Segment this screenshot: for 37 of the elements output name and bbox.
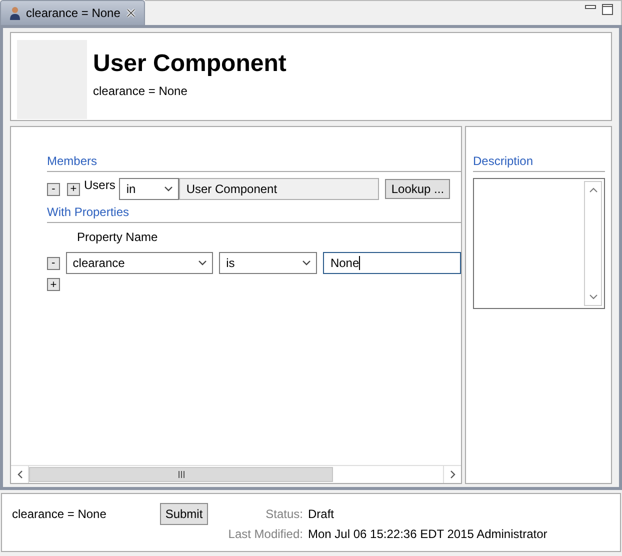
page-title: User Component [93,50,286,78]
modified-value: Mon Jul 06 15:22:36 EDT 2015 Administrator [308,527,548,541]
operator-dropdown[interactable]: is [219,252,318,274]
maximize-icon[interactable] [602,4,613,15]
remove-button[interactable]: - [47,256,60,270]
lookup-button[interactable]: Lookup ... [385,179,450,199]
close-icon[interactable] [126,8,136,18]
operator-dropdown[interactable]: in [119,178,180,200]
page-subtitle: clearance = None [93,84,188,98]
arrow-right-icon[interactable] [450,470,456,479]
arrow-down-icon[interactable] [588,294,598,300]
remove-button[interactable]: - [47,182,60,196]
status-label: Status: [264,507,304,521]
user-icon [9,6,21,20]
chevron-down-icon[interactable] [198,260,208,266]
section-heading: Description [473,154,605,172]
arrow-left-icon[interactable] [16,470,22,479]
modified-label: Last Modified: [227,527,304,541]
arrow-up-icon[interactable] [588,187,598,193]
value-field[interactable]: User Component [179,178,380,200]
submit-button[interactable]: Submit [160,503,208,525]
chevron-down-icon[interactable] [164,186,174,192]
section-heading: Members [47,154,461,172]
section-heading: With Properties [47,205,461,223]
summary-text: clearance = None [12,507,108,521]
description-field[interactable] [473,178,605,309]
horizontal-scrollbar[interactable] [11,465,461,483]
value-field[interactable]: None [323,252,461,274]
property-dropdown[interactable]: clearance [66,252,214,274]
users-label: Users [84,178,116,192]
chevron-down-icon[interactable] [302,260,312,266]
column-header: Property Name [76,230,159,244]
add-button[interactable]: + [47,278,60,291]
status-value: Draft [308,507,336,521]
grip-icon [178,471,184,478]
editor-tab[interactable]: clearance = None [0,0,145,25]
add-button[interactable]: + [67,182,80,196]
